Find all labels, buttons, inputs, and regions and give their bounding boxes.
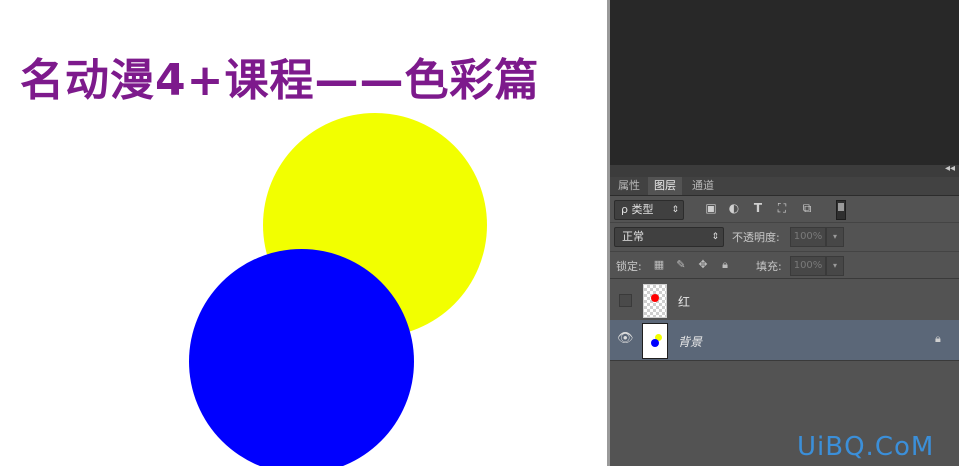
- adjustment-filter-icon[interactable]: ◐: [727, 201, 741, 215]
- filter-type-arrow-icon: ⇕: [671, 205, 679, 215]
- image-filter-icon[interactable]: ▣: [704, 201, 718, 215]
- red-dot-thumbnail: [651, 294, 659, 302]
- blend-opacity-row: 正常 ⇕ 不透明度: 100% ▾: [610, 223, 959, 252]
- document-canvas[interactable]: 名动漫4+课程——色彩篇: [0, 0, 609, 466]
- watermark-text: UiBQ.CoM: [797, 432, 935, 462]
- layer-row-background[interactable]: 👁︎ 背景 🔒︎: [610, 320, 959, 361]
- panel-tabs: 属性 图层 通道: [610, 177, 959, 196]
- visibility-toggle-empty[interactable]: [619, 294, 632, 307]
- lock-label: 锁定:: [616, 260, 642, 273]
- type-filter-icon[interactable]: T: [751, 201, 765, 215]
- layers-panel: ◂◂ 属性 图层 通道 ρ 类型 ⇕ ▣ ◐ T ⛶ ⧉ 正常 ⇕ 不透明度: …: [610, 0, 959, 466]
- layer-thumbnail: [643, 284, 667, 318]
- fill-label: 填充:: [756, 260, 782, 273]
- empty-panel-area: [610, 0, 959, 165]
- blend-mode-arrow-icon: ⇕: [711, 232, 719, 242]
- lock-image-pixels-icon[interactable]: ✎: [674, 258, 688, 272]
- smart-object-filter-icon[interactable]: ⧉: [800, 201, 814, 215]
- fill-input[interactable]: 100%: [790, 256, 826, 276]
- lock-transparent-pixels-icon[interactable]: ▦: [652, 258, 666, 272]
- lock-icon: 🔒︎: [935, 332, 941, 345]
- opacity-label: 不透明度:: [732, 231, 780, 244]
- shape-filter-icon[interactable]: ⛶: [775, 201, 789, 215]
- lock-fill-row: 锁定: ▦ ✎ ✥ 🔒︎ 填充: 100% ▾: [610, 252, 959, 279]
- layer-filter-row: ρ 类型 ⇕ ▣ ◐ T ⛶ ⧉: [610, 196, 959, 223]
- tab-properties[interactable]: 属性: [612, 177, 646, 195]
- blend-mode-label: 正常: [622, 230, 644, 243]
- blend-mode-select[interactable]: 正常 ⇕: [614, 227, 724, 247]
- fill-dropdown-icon[interactable]: ▾: [826, 256, 844, 276]
- filter-type-select[interactable]: ρ 类型 ⇕: [614, 200, 684, 220]
- layer-name: 红: [678, 295, 691, 309]
- canvas-title-text: 名动漫4+课程——色彩篇: [20, 55, 540, 106]
- filter-toggle-switch[interactable]: [836, 200, 846, 220]
- tab-layers[interactable]: 图层: [648, 177, 682, 195]
- opacity-input[interactable]: 100%: [790, 227, 826, 247]
- layer-thumbnail: [643, 324, 667, 358]
- eye-icon[interactable]: 👁︎: [617, 332, 634, 346]
- collapse-arrows-icon[interactable]: ◂◂: [945, 163, 955, 174]
- tab-channels[interactable]: 通道: [686, 177, 720, 195]
- lock-all-icon[interactable]: 🔒︎: [718, 258, 732, 272]
- panel-collapse-bar[interactable]: ◂◂: [610, 163, 959, 177]
- lock-position-icon[interactable]: ✥: [696, 258, 710, 272]
- blue-dot-thumbnail: [651, 339, 659, 347]
- opacity-dropdown-icon[interactable]: ▾: [826, 227, 844, 247]
- filter-type-label: ρ 类型: [621, 203, 654, 216]
- blue-circle: [189, 249, 414, 466]
- layer-row-red[interactable]: 红: [610, 280, 959, 321]
- layer-name: 背景: [678, 335, 703, 349]
